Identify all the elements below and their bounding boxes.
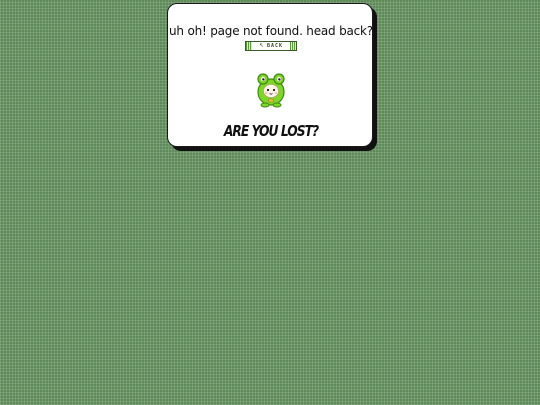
frog-mascot-icon: [257, 73, 285, 108]
are-you-lost-heading: ARE YOU LOST?: [223, 122, 319, 140]
back-button-inner: ↖ BACK: [252, 42, 290, 50]
back-arrow-icon: ↖: [258, 42, 264, 49]
back-button[interactable]: ↖ BACK: [245, 41, 297, 51]
not-found-message: uh oh! page not found. head back?: [169, 24, 373, 38]
error-card: uh oh! page not found. head back? ↖ BACK: [167, 3, 373, 147]
back-button-label: BACK: [266, 43, 284, 49]
back-button-stripes-right: [290, 42, 296, 50]
